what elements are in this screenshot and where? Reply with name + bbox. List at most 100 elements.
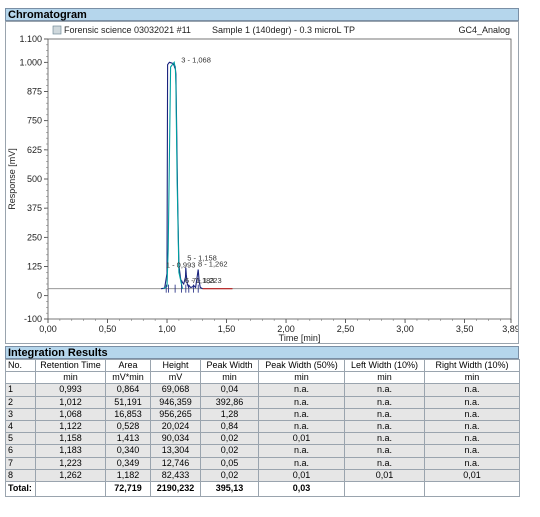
- column-header: Area: [105, 358, 151, 373]
- chart-header-right: GC4_Analog: [458, 25, 510, 35]
- table-cell: 69,068: [150, 383, 201, 397]
- table-row: 2 1,012 51,191 946,359 392,86 n.a. n.a. n.a.: [5, 395, 520, 409]
- chromatogram-section-header: Chromatogram: [5, 8, 519, 21]
- total-cell: [35, 480, 106, 497]
- table-cell: 1,413: [105, 432, 151, 446]
- y-tick-label: 375: [27, 203, 42, 213]
- table-cell: 20,024: [150, 419, 201, 434]
- y-tick-label: 125: [27, 262, 42, 272]
- table-cell: 1,28: [200, 407, 259, 421]
- y-tick-label: -100: [24, 314, 42, 324]
- y-axis-label: Response [mV]: [7, 148, 17, 210]
- table-cell: n.a.: [258, 444, 345, 458]
- table-cell: 1,122: [35, 419, 106, 434]
- total-cell: [344, 480, 425, 497]
- chart-header-mid: Sample 1 (140degr) - 0.3 microL TP: [212, 25, 355, 35]
- table-cell: 12,746: [150, 456, 201, 470]
- table-row: 6 1,183 0,340 13,304 0,02 n.a. n.a. n.a.: [5, 444, 520, 458]
- table-cell: n.a.: [344, 407, 425, 421]
- table-cell: n.a.: [424, 395, 520, 409]
- total-cell: 0,03: [258, 480, 345, 497]
- column-header: Retention Time: [35, 358, 106, 373]
- table-cell: n.a.: [344, 395, 425, 409]
- table-cell: n.a.: [258, 407, 345, 421]
- table-cell: n.a.: [258, 456, 345, 470]
- table-cell: 1,182: [105, 468, 151, 482]
- table-cell: 90,034: [150, 432, 201, 446]
- table-row: 5 1,158 1,413 90,034 0,02 0,01 n.a. n.a.: [5, 432, 520, 446]
- table-cell: n.a.: [424, 432, 520, 446]
- y-tick-label: 250: [27, 232, 42, 242]
- table-cell: 4: [5, 419, 36, 434]
- chromatogram-panel: Forensic science 03032021 #11 Sample 1 (1…: [5, 21, 519, 344]
- table-cell: n.a.: [258, 383, 345, 397]
- table-cell: 0,04: [200, 383, 259, 397]
- x-tick-label: 1,50: [218, 324, 236, 334]
- table-cell: n.a.: [424, 383, 520, 397]
- integration-section-header: Integration Results: [5, 346, 519, 359]
- table-cell: 1,068: [35, 407, 106, 421]
- table-cell: 3: [5, 407, 36, 421]
- table-cell: 0,01: [424, 468, 520, 482]
- column-unit: mV*min: [105, 371, 151, 385]
- table-cell: 1,183: [35, 444, 106, 458]
- table-cell: 1,012: [35, 395, 106, 409]
- total-cell: 2190,232: [150, 480, 201, 497]
- table-cell: 6: [5, 444, 36, 458]
- peak-annotation: 3 - 1,068: [181, 55, 211, 64]
- table-cell: n.a.: [424, 419, 520, 434]
- column-unit: [5, 371, 36, 385]
- table-cell: 16,853: [105, 407, 151, 421]
- table-cell: 13,304: [150, 444, 201, 458]
- table-cell: 7: [5, 456, 36, 470]
- table-cell: 5: [5, 432, 36, 446]
- table-cell: n.a.: [344, 456, 425, 470]
- table-cell: 0,01: [344, 468, 425, 482]
- column-unit: min: [424, 371, 520, 385]
- table-units-row: min mV*min mV min min min min: [5, 371, 520, 385]
- table-cell: 0,993: [35, 383, 106, 397]
- peak-annotation: 8 - 1,262: [198, 260, 228, 269]
- table-cell: 1,262: [35, 468, 106, 482]
- table-cell: 1: [5, 383, 36, 397]
- column-header: Height: [150, 358, 201, 373]
- y-tick-label: 500: [27, 174, 42, 184]
- table-cell: 946,359: [150, 395, 201, 409]
- table-row: 4 1,122 0,528 20,024 0,84 n.a. n.a. n.a.: [5, 419, 520, 434]
- table-cell: n.a.: [344, 383, 425, 397]
- y-tick-label: 1.000: [19, 57, 42, 67]
- peak-annotation: 7 - 1,223: [192, 276, 222, 285]
- table-cell: n.a.: [258, 419, 345, 434]
- table-cell: 956,265: [150, 407, 201, 421]
- table-cell: n.a.: [424, 444, 520, 458]
- plot-area: [47, 38, 512, 320]
- table-cell: n.a.: [344, 419, 425, 434]
- table-cell: n.a.: [344, 444, 425, 458]
- column-unit: min: [344, 371, 425, 385]
- total-cell: 72,719: [105, 480, 151, 497]
- table-cell: 0,528: [105, 419, 151, 434]
- table-cell: 2: [5, 395, 36, 409]
- integration-results-table: No. Retention Time Area Height Peak Width Pea…: [5, 358, 520, 497]
- table-row: 1 0,993 0,864 69,068 0,04 n.a. n.a. n.a.: [5, 383, 520, 397]
- table-row: 3 1,068 16,853 956,265 1,28 n.a. n.a. n.a.: [5, 407, 520, 421]
- column-unit: min: [35, 371, 106, 385]
- x-tick-label: 3,89: [502, 324, 518, 334]
- table-cell: 1,223: [35, 456, 106, 470]
- table-cell: 392,86: [200, 395, 259, 409]
- table-row: 7 1,223 0,349 12,746 0,05 n.a. n.a. n.a.: [5, 456, 520, 470]
- column-header: Left Width (10%): [344, 358, 425, 373]
- chromatogram-chart: Forensic science 03032021 #11 Sample 1 (1…: [7, 25, 518, 343]
- table-cell: n.a.: [258, 395, 345, 409]
- total-cell: Total:: [5, 480, 36, 497]
- table-cell: 0,01: [258, 432, 345, 446]
- table-cell: 0,02: [200, 468, 259, 482]
- y-tick-label: 0: [37, 291, 42, 301]
- y-tick-label: 875: [27, 87, 42, 97]
- table-cell: 0,864: [105, 383, 151, 397]
- table-cell: 0,05: [200, 456, 259, 470]
- column-unit: min: [200, 371, 259, 385]
- total-cell: 395,13: [200, 480, 259, 497]
- table-cell: 82,433: [150, 468, 201, 482]
- x-tick-label: 3,50: [456, 324, 474, 334]
